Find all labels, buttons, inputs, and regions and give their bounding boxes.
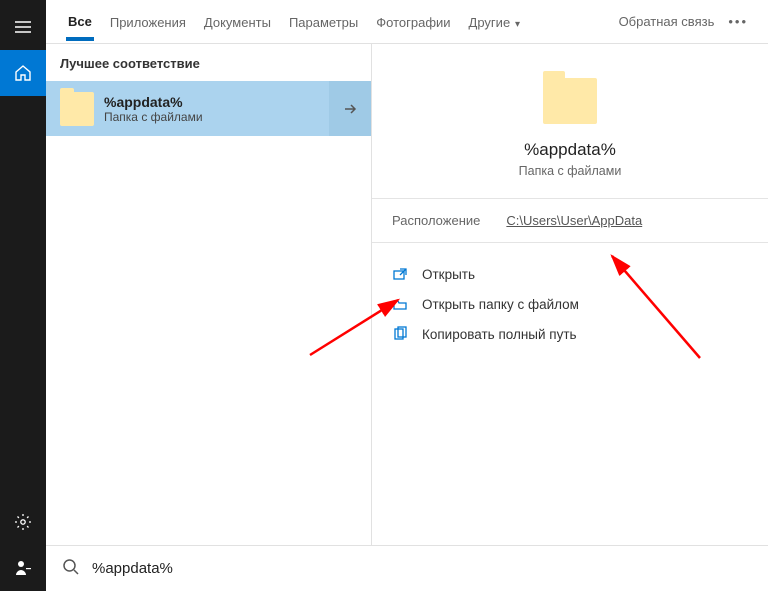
preview-title: %appdata% (372, 140, 768, 160)
search-input[interactable] (92, 560, 752, 577)
location-path-link[interactable]: C:\Users\User\AppData (506, 213, 642, 228)
preview-subtitle: Папка с файлами (372, 164, 768, 178)
result-item[interactable]: %appdata% Папка с файлами (46, 81, 371, 136)
tab-params[interactable]: Параметры (287, 3, 360, 40)
result-title: %appdata% (104, 94, 329, 110)
preview-pane: %appdata% Папка с файлами Расположение C… (371, 44, 768, 545)
action-open-folder-label: Открыть папку с файлом (422, 297, 579, 312)
tab-all[interactable]: Все (66, 2, 94, 41)
tab-apps[interactable]: Приложения (108, 3, 188, 40)
search-bar[interactable] (46, 545, 768, 591)
tabs-bar: Все Приложения Документы Параметры Фотог… (46, 0, 768, 44)
result-open-button[interactable] (329, 81, 371, 136)
tab-photos[interactable]: Фотографии (374, 3, 452, 40)
results-pane: Лучшее соответствие %appdata% Папка с фа… (46, 44, 371, 545)
action-copy-path-label: Копировать полный путь (422, 327, 577, 342)
open-icon (392, 266, 408, 282)
hamburger-icon[interactable] (0, 4, 46, 50)
search-icon (62, 558, 80, 579)
action-open[interactable]: Открыть (392, 259, 748, 289)
gear-icon[interactable] (0, 499, 46, 545)
action-open-folder[interactable]: Открыть папку с файлом (392, 289, 748, 319)
folder-icon (543, 78, 597, 124)
home-icon[interactable] (0, 50, 46, 96)
more-icon[interactable]: ••• (728, 14, 748, 29)
action-open-label: Открыть (422, 267, 475, 282)
section-best-match: Лучшее соответствие (46, 44, 371, 81)
sidebar (0, 0, 46, 591)
action-copy-path[interactable]: Копировать полный путь (392, 319, 748, 349)
copy-icon (392, 326, 408, 342)
tab-other[interactable]: Другие ▾ (467, 3, 522, 40)
result-subtitle: Папка с файлами (104, 110, 329, 124)
tab-docs[interactable]: Документы (202, 3, 273, 40)
feedback-link[interactable]: Обратная связь (619, 14, 715, 29)
folder-open-icon (392, 296, 408, 312)
location-label: Расположение (392, 213, 480, 228)
person-icon[interactable] (0, 545, 46, 591)
folder-icon (60, 92, 94, 126)
chevron-down-icon: ▾ (512, 19, 520, 30)
